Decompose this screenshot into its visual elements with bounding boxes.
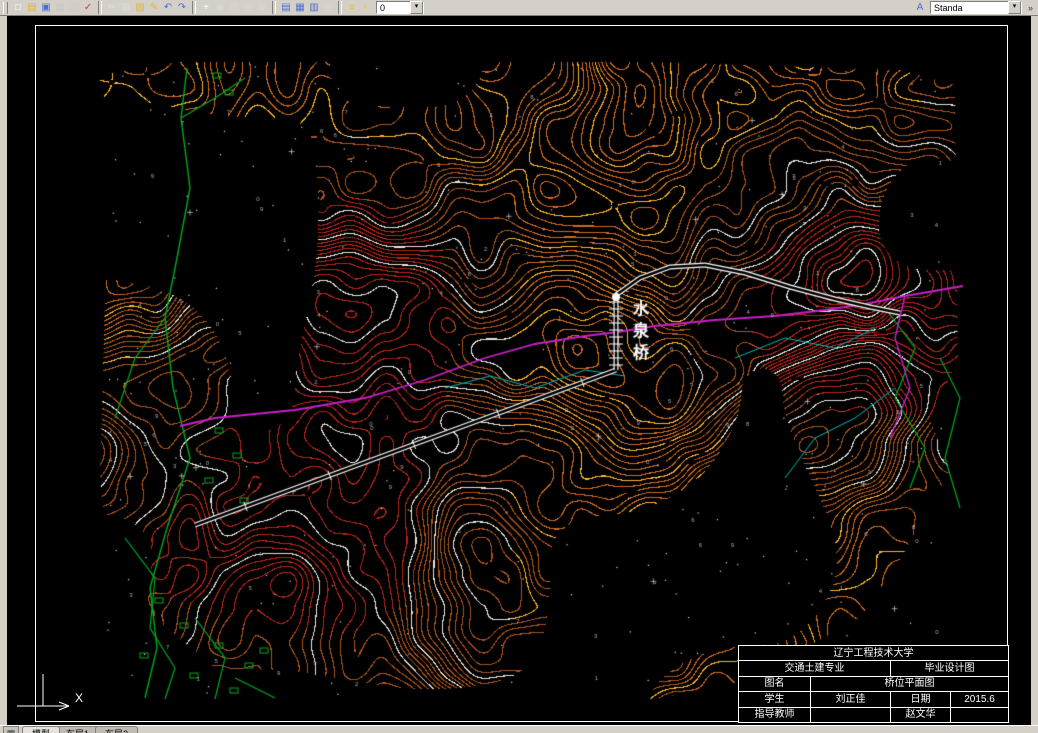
toolbar-grip[interactable]	[3, 1, 8, 14]
toolbar-separator	[192, 1, 196, 14]
titleblock-student-label: 学生	[738, 691, 811, 708]
zoom-window-icon[interactable]: ⊡	[227, 1, 241, 14]
tab-layout1[interactable]: 布局1	[56, 726, 100, 733]
layer-bulb-icon[interactable]: ◐	[359, 1, 373, 14]
match-properties-icon[interactable]: ✎	[147, 1, 161, 14]
model-space[interactable]: 辽宁工程技术大学 交通土建专业 毕业设计图 图名 桥位平面图 学生 刘正佳 日期…	[7, 16, 1031, 725]
layer-dropdown-value: 0	[380, 2, 386, 13]
layer-properties-icon[interactable]: ≡	[345, 1, 359, 14]
titleblock-drawing-name: 桥位平面图	[810, 675, 1009, 693]
autocad-window: □ ▤ ▣ ▦ ◫ ✓ ✂ ⊞ ▧ ✎ ↶ ↷ + ◉ ⊡ ◎ ⊕ ▤ ▦ ▥ ⊟ ≡ ◐ 0 ▾ A Standa ▾ »…	[0, 0, 1038, 733]
copy-icon[interactable]: ⊞	[119, 1, 133, 14]
ucs-icon: X	[17, 674, 83, 711]
titleblock-advisor-label: 指导教师	[738, 706, 811, 724]
zoom-extents-icon[interactable]: ⊕	[255, 1, 269, 14]
plot-icon[interactable]: ▦	[53, 1, 67, 14]
plot-preview-icon[interactable]: ◫	[67, 1, 81, 14]
titleblock-university: 辽宁工程技术大学	[738, 644, 1009, 662]
toolbar-right-strip: A	[913, 1, 927, 14]
pan-icon[interactable]: +	[199, 1, 213, 14]
new-icon[interactable]: □	[11, 1, 25, 14]
open-icon[interactable]: ▤	[25, 1, 39, 14]
layout-grid-icon[interactable]: ▦	[3, 726, 19, 733]
ucs-x-label: X	[75, 691, 83, 705]
paste-icon[interactable]: ▧	[133, 1, 147, 14]
layer-dropdown[interactable]: 0 ▾	[376, 1, 424, 14]
layout-tabbar: ▦ 模型 布局1 布局2	[0, 725, 1038, 733]
redo-icon[interactable]: ↷	[175, 1, 189, 14]
toolbar-icon-strip: □ ▤ ▣ ▦ ◫ ✓ ✂ ⊞ ▧ ✎ ↶ ↷ + ◉ ⊡ ◎ ⊕ ▤ ▦ ▥ ⊟ ≡ ◐	[11, 1, 373, 14]
layer-dropdown-arrow-icon[interactable]: ▾	[410, 1, 423, 14]
undo-icon[interactable]: ↶	[161, 1, 175, 14]
title-block: 辽宁工程技术大学 交通土建专业 毕业设计图 图名 桥位平面图 学生 刘正佳 日期…	[738, 644, 1009, 724]
tab-model[interactable]: 模型	[22, 726, 61, 733]
save-icon[interactable]: ▣	[39, 1, 53, 14]
titleblock-date-value: 2015.6	[950, 691, 1009, 708]
titleblock-major: 交通土建专业	[738, 660, 891, 677]
quick-calc-icon[interactable]: ⊟	[321, 1, 335, 14]
toolbar-separator	[272, 1, 276, 14]
titleblock-student-name: 刘正佳	[810, 691, 891, 708]
zoom-realtime-icon[interactable]: ◉	[213, 1, 227, 14]
zoom-previous-icon[interactable]: ◎	[241, 1, 255, 14]
titleblock-name-label: 图名	[738, 675, 811, 693]
tool-palettes-icon[interactable]: ▥	[307, 1, 321, 14]
toolbar-separator	[338, 1, 342, 14]
titleblock-table: 辽宁工程技术大学 交通土建专业 毕业设计图 图名 桥位平面图 学生 刘正佳 日期…	[738, 644, 1009, 724]
titleblock-advisor-name: 赵文华	[890, 706, 951, 724]
titleblock-project-type: 毕业设计图	[890, 660, 1009, 677]
tab-layout2[interactable]: 布局2	[95, 726, 139, 733]
cut-icon[interactable]: ✂	[105, 1, 119, 14]
text-style-value: Standa	[933, 2, 963, 13]
text-style-arrow-icon[interactable]: ▾	[1007, 1, 1021, 14]
properties-icon[interactable]: ▤	[279, 1, 293, 14]
titleblock-empty-cell	[950, 706, 1009, 724]
designcenter-icon[interactable]: ▦	[293, 1, 307, 14]
toolbar-overflow-icon[interactable]: »	[1025, 3, 1036, 13]
spell-check-icon[interactable]: ✓	[81, 1, 95, 14]
main-toolbar: □ ▤ ▣ ▦ ◫ ✓ ✂ ⊞ ▧ ✎ ↶ ↷ + ◉ ⊡ ◎ ⊕ ▤ ▦ ▥ ⊟ ≡ ◐ 0 ▾ A Standa ▾ »	[0, 0, 1038, 16]
titleblock-date-label: 日期	[890, 691, 951, 708]
text-style-icon[interactable]: A	[913, 1, 927, 14]
titleblock-empty-cell	[810, 706, 891, 724]
toolbar-separator	[98, 1, 102, 14]
topo-map-canvas[interactable]	[95, 58, 965, 700]
text-style-dropdown[interactable]: Standa ▾	[929, 1, 1022, 14]
